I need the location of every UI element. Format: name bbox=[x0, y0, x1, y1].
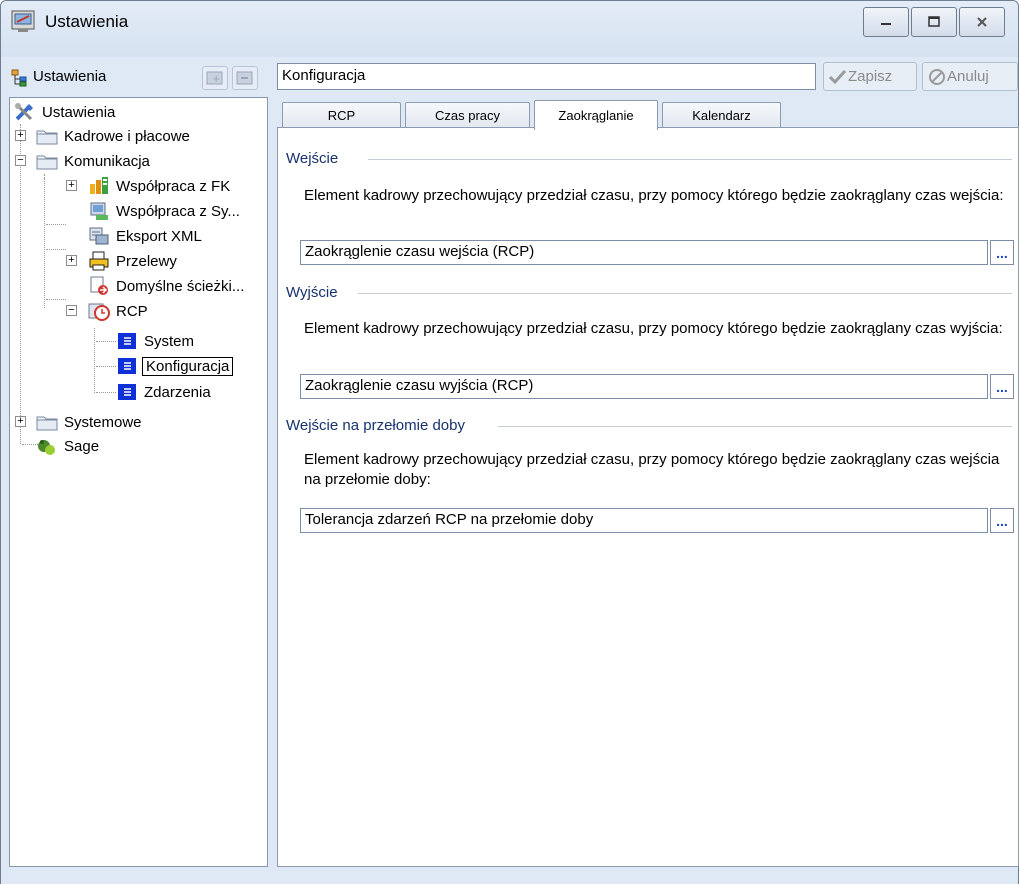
tree-item-eksport-xml[interactable]: Eksport XML bbox=[88, 224, 204, 248]
settings-tree-icon bbox=[11, 69, 27, 87]
tab-content-panel: Wejście Element kadrowy przechowujący pr… bbox=[277, 127, 1019, 867]
tree-item-komunikacja[interactable]: Komunikacja bbox=[36, 149, 152, 173]
sync-module-icon bbox=[90, 202, 108, 220]
sage-logo-icon bbox=[38, 440, 55, 455]
config-name-field[interactable]: Konfiguracja bbox=[277, 63, 816, 90]
title-bar: Ustawienia bbox=[1, 1, 1018, 57]
folder-open-icon bbox=[36, 155, 58, 170]
browse-button-wejscie[interactable]: ... bbox=[990, 240, 1014, 265]
remove-item-button[interactable] bbox=[232, 66, 258, 90]
tree-item-wspolpraca-fk[interactable]: Współpraca z FK bbox=[88, 174, 232, 198]
checkmark-icon bbox=[828, 69, 847, 84]
tree-label-konfiguracja: Konfiguracja bbox=[142, 356, 234, 376]
description-wyjscie: Element kadrowy przechowujący przedział … bbox=[304, 320, 1003, 337]
tree-item-sage[interactable]: Sage bbox=[36, 434, 101, 458]
tab-kalendarz[interactable]: Kalendarz bbox=[662, 102, 781, 128]
element-field-wyjscie[interactable]: Zaokrąglenie czasu wyjścia (RCP) bbox=[300, 374, 988, 399]
left-panel-toolbar: Ustawienia + bbox=[9, 64, 267, 92]
folder-icon bbox=[36, 130, 58, 145]
list-icon bbox=[118, 358, 136, 374]
add-folder-icon: + bbox=[206, 71, 223, 85]
tree-label-kadrowe: Kadrowe i płacowe bbox=[64, 127, 190, 145]
tree-label-domyslne: Domyślne ścieżki... bbox=[116, 277, 245, 295]
group-separator bbox=[498, 426, 1012, 427]
browse-button-wyjscie[interactable]: ... bbox=[990, 374, 1014, 399]
tree-item-kadrowe[interactable]: Kadrowe i płacowe bbox=[36, 124, 192, 148]
tree-label-systemowe: Systemowe bbox=[64, 413, 142, 431]
group-separator bbox=[368, 159, 1012, 160]
save-label: Zapisz bbox=[848, 68, 893, 85]
cancel-icon bbox=[929, 68, 945, 85]
tree-label-komunikacja: Komunikacja bbox=[64, 152, 150, 170]
tree-item-root[interactable]: Ustawienia bbox=[14, 100, 117, 124]
group-title-wejscie: Wejście bbox=[286, 150, 345, 167]
group-title-przelom: Wejście na przełomie doby bbox=[286, 417, 471, 434]
settings-tree[interactable]: Ustawienia + Kadrowe i płacowe − Komunik… bbox=[9, 97, 268, 867]
tree-item-wspolpraca-sy[interactable]: Współpraca z Sy... bbox=[88, 199, 242, 223]
settings-window: Ustawienia Ustawienia + Ustawienia + Kad… bbox=[0, 0, 1019, 884]
browse-button-przelom[interactable]: ... bbox=[990, 508, 1014, 533]
tree-item-przelewy[interactable]: Przelewy bbox=[88, 249, 179, 273]
window-title: Ustawienia bbox=[45, 12, 129, 31]
add-item-button[interactable]: + bbox=[202, 66, 228, 90]
collapse-icon[interactable]: − bbox=[15, 155, 26, 166]
tree-item-domyslne[interactable]: Domyślne ścieżki... bbox=[88, 274, 246, 298]
group-separator bbox=[358, 293, 1012, 294]
expand-icon[interactable]: + bbox=[66, 255, 77, 266]
tree-item-system[interactable]: System bbox=[116, 329, 196, 353]
maximize-button[interactable] bbox=[911, 7, 957, 37]
fk-module-icon bbox=[90, 177, 108, 194]
left-panel-title: Ustawienia bbox=[33, 68, 107, 85]
folder-icon bbox=[36, 416, 58, 431]
tools-icon bbox=[15, 103, 33, 121]
xml-export-icon bbox=[89, 227, 109, 245]
tree-item-systemowe[interactable]: Systemowe bbox=[36, 410, 144, 434]
tree-label-eksport-xml: Eksport XML bbox=[116, 227, 202, 245]
tab-czas-pracy[interactable]: Czas pracy bbox=[405, 102, 530, 128]
tree-item-zdarzenia[interactable]: Zdarzenia bbox=[116, 380, 213, 404]
tree-label-przelewy: Przelewy bbox=[116, 252, 177, 270]
list-icon bbox=[118, 333, 136, 349]
tree-item-konfiguracja[interactable]: Konfiguracja bbox=[116, 354, 234, 378]
remove-folder-icon bbox=[236, 71, 253, 85]
tree-label-rcp: RCP bbox=[116, 302, 148, 320]
expand-icon[interactable]: + bbox=[15, 416, 26, 427]
tree-label-zdarzenia: Zdarzenia bbox=[144, 383, 211, 401]
expand-icon[interactable]: + bbox=[15, 130, 26, 141]
minimize-button[interactable] bbox=[863, 7, 909, 37]
tab-zaokraglanie[interactable]: Zaokrąglanie bbox=[534, 100, 658, 130]
collapse-icon[interactable]: − bbox=[66, 305, 77, 316]
element-field-przelom[interactable]: Tolerancja zdarzeń RCP na przełomie doby bbox=[300, 508, 988, 533]
close-icon bbox=[977, 17, 987, 27]
save-button[interactable]: Zapisz bbox=[823, 62, 917, 91]
minimize-icon bbox=[881, 23, 891, 25]
tab-rcp[interactable]: RCP bbox=[282, 102, 401, 128]
cancel-button[interactable]: Anuluj bbox=[922, 62, 1018, 91]
tree-label-system: System bbox=[144, 332, 195, 350]
default-paths-icon bbox=[90, 276, 108, 295]
tree-label-wspolpraca-sy: Współpraca z Sy... bbox=[116, 202, 240, 220]
printer-icon bbox=[89, 251, 109, 271]
description-wejscie: Element kadrowy przechowujący przedział … bbox=[304, 187, 1004, 204]
tree-label-sage: Sage bbox=[64, 437, 100, 455]
tree-item-rcp[interactable]: RCP bbox=[88, 299, 150, 323]
description-przelom: Element kadrowy przechowujący przedział … bbox=[304, 451, 1000, 488]
group-title-wyjscie: Wyjście bbox=[286, 284, 344, 301]
maximize-icon bbox=[928, 16, 940, 27]
expand-icon[interactable]: + bbox=[66, 180, 77, 191]
element-field-wejscie[interactable]: Zaokrąglenie czasu wejścia (RCP) bbox=[300, 240, 988, 265]
cancel-label: Anuluj bbox=[947, 68, 989, 85]
list-icon bbox=[118, 384, 136, 400]
svg-text:+: + bbox=[212, 74, 220, 85]
tree-label-wspolpraca-fk: Współpraca z FK bbox=[116, 177, 231, 195]
window-bottom-edge bbox=[1, 873, 1018, 884]
clock-icon bbox=[88, 303, 110, 321]
tree-label-root: Ustawienia bbox=[42, 103, 116, 121]
settings-window-icon bbox=[11, 10, 35, 32]
close-button[interactable] bbox=[959, 7, 1005, 37]
